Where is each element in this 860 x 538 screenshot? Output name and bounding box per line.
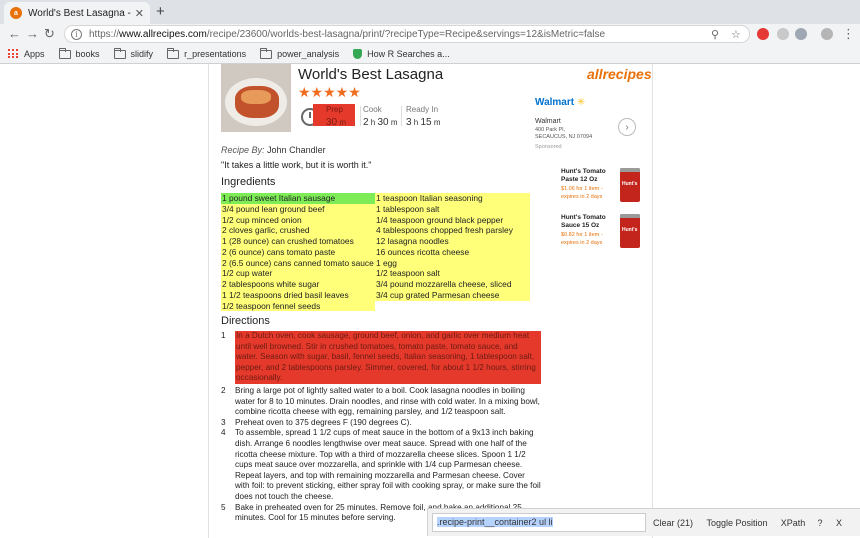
directions-list: 1 In a Dutch oven, cook sausage, ground … [221, 331, 541, 524]
direction-step: 1 In a Dutch oven, cook sausage, ground … [221, 331, 541, 384]
toggle-position-button[interactable]: Toggle Position [704, 513, 770, 532]
bookmark-folder[interactable]: power_analysis [260, 47, 339, 59]
direction-step: 4 To assemble, spread 1 1/2 cups of meat… [221, 428, 541, 501]
ingredient-item: 1/2 cup water [222, 268, 273, 279]
chrome-menu-icon[interactable]: ⋮ [842, 26, 855, 42]
bookmark-folder[interactable]: books [58, 47, 100, 59]
back-icon[interactable]: ← [8, 26, 21, 42]
ingredients-heading: Ingredients [221, 176, 276, 188]
tomato-paste-can-image[interactable]: Hunt's [620, 168, 640, 202]
walmart-logo[interactable]: Walmart ✳ [535, 97, 585, 108]
recipe-title: World's Best Lasagna [298, 66, 444, 83]
zoom-search-icon[interactable]: ⚲ [711, 28, 719, 41]
ingredient-item: 2 cloves garlic, crushed [222, 225, 310, 236]
xpath-button[interactable]: XPath [778, 513, 808, 532]
ingredient-item: 3/4 cup grated Parmesan cheese [376, 289, 500, 300]
help-button[interactable]: ? [815, 513, 825, 532]
rating-stars: ★★★★★ [298, 84, 361, 100]
bookmark-link[interactable]: How R Searches a... [353, 49, 450, 59]
store-name: Walmart [535, 118, 561, 125]
ingredient-item: 2 (6 ounce) cans tomato paste [222, 246, 336, 257]
new-tab-icon[interactable]: + [156, 4, 165, 20]
product-name: Hunt's Tomato Paste 12 Oz [561, 168, 606, 183]
ingredient-item: 1/4 teaspoon ground black pepper [376, 214, 504, 225]
recipe-quote: "It takes a little work, but it is worth… [221, 160, 372, 170]
direction-step: 3 Preheat oven to 375 degrees F (190 deg… [221, 417, 412, 427]
ingredient-item: 1 tablespoon salt [376, 203, 440, 214]
bookmark-star-icon[interactable]: ☆ [731, 28, 741, 41]
divider [401, 106, 402, 126]
ingredients-list-right: 1 teaspoon Italian seasoning 1 tablespoo… [375, 193, 530, 301]
product-price: $1.06 for 1 item - expires in 2 days [561, 186, 603, 200]
bookmark-folder[interactable]: slidify [113, 47, 153, 59]
ingredient-item: 3/4 pound lean ground beef [222, 203, 325, 214]
browser-tab[interactable]: a World's Best Lasagna - Printer ✕ [4, 2, 150, 24]
ingredient-item: 12 lasagna noodles [376, 236, 449, 246]
ready-time: Ready In 3 h 15 m [406, 105, 441, 128]
close-button[interactable]: X [834, 513, 844, 532]
ingredient-item: 1 teaspoon Italian seasoning [376, 193, 483, 203]
recipe-author: Recipe By: John Chandler [221, 145, 326, 155]
folder-icon [58, 47, 71, 59]
divider [360, 106, 361, 126]
reload-icon[interactable]: ↻ [44, 26, 55, 42]
ingredient-item: 1/2 teaspoon salt [376, 268, 440, 279]
product-name: Hunt's Tomato Sauce 15 Oz [561, 214, 606, 229]
tab-strip: a World's Best Lasagna - Printer ✕ + [0, 0, 860, 24]
selector-gadget-bar: .recipe-print__container2 ul li Clear (2… [427, 508, 860, 536]
ingredient-item: 1 1/2 teaspoons dried basil leaves [222, 289, 349, 300]
folder-icon [167, 47, 180, 59]
extension-icon[interactable] [777, 28, 789, 40]
allrecipes-favicon-icon: a [10, 7, 22, 19]
ingredient-item: 4 tablespoons chopped fresh parsley [376, 225, 513, 236]
selector-input[interactable]: .recipe-print__container2 ul li [432, 513, 646, 532]
allrecipes-logo: allrecipes [587, 66, 652, 82]
bookmark-favicon-icon [353, 49, 363, 59]
sponsored-label: Sponsored [535, 144, 562, 150]
tomato-sauce-can-image[interactable]: Hunt's [620, 214, 640, 248]
bookmark-apps[interactable]: Apps [8, 49, 45, 59]
tab-close-icon[interactable]: ✕ [135, 7, 144, 20]
folder-icon [113, 47, 126, 59]
ingredient-item: 1/2 teaspoon fennel seeds [222, 300, 321, 311]
pinterest-extension-icon[interactable] [757, 28, 769, 40]
walmart-spark-icon: ✳ [576, 97, 586, 108]
url-text[interactable]: https://www.allrecipes.com/recipe/23600/… [89, 29, 605, 40]
recipe-photo [221, 64, 291, 132]
ingredient-item: 16 ounces ricotta cheese [376, 246, 470, 257]
bookmark-folder[interactable]: r_presentations [167, 47, 246, 59]
ingredient-item: 3/4 pound mozzarella cheese, sliced [376, 279, 512, 289]
tab-title: World's Best Lasagna - Printer [28, 7, 131, 19]
content-border [208, 64, 209, 538]
store-address: 400 Park Pl, SECAUCUS, NJ 07094 [535, 127, 593, 140]
direction-step: 2 Bring a large pot of lightly salted wa… [221, 385, 540, 417]
ingredients-list-left: 1 pound sweet Italian sausage 3/4 pound … [221, 193, 375, 312]
ingredient-item: 1/2 cup minced onion [222, 214, 302, 225]
ingredient-item: 2 tablespoons white sugar [222, 279, 320, 289]
ingredient-item: 1 egg [376, 257, 397, 268]
directions-heading: Directions [221, 315, 270, 327]
ingredient-item: 1 pound sweet Italian sausage [221, 193, 375, 204]
ingredient-item: 2 (6.5 ounce) cans canned tomato sauce [222, 257, 374, 268]
content-border [652, 64, 653, 538]
bookmarks-bar: Apps books slidify r_presentations power… [0, 45, 860, 64]
clear-button[interactable]: Clear (21) [652, 513, 694, 532]
cook-time: Cook 2 h 30 m [363, 105, 398, 128]
product-price: $0.82 for 1 item - expires in 2 days [561, 232, 603, 246]
chevron-right-icon[interactable]: › [618, 118, 636, 136]
address-bar[interactable]: i https://www.allrecipes.com/recipe/2360… [64, 25, 750, 43]
extension-icon[interactable] [795, 28, 807, 40]
forward-icon[interactable]: → [26, 26, 39, 42]
profile-avatar-icon[interactable] [821, 28, 833, 40]
site-info-icon[interactable]: i [71, 28, 82, 40]
apps-grid-icon [8, 49, 18, 59]
browser-toolbar: ← → ↻ i https://www.allrecipes.com/recip… [0, 24, 860, 45]
ingredient-item: 1 (28 ounce) can crushed tomatoes [222, 236, 354, 246]
folder-icon [260, 47, 273, 59]
